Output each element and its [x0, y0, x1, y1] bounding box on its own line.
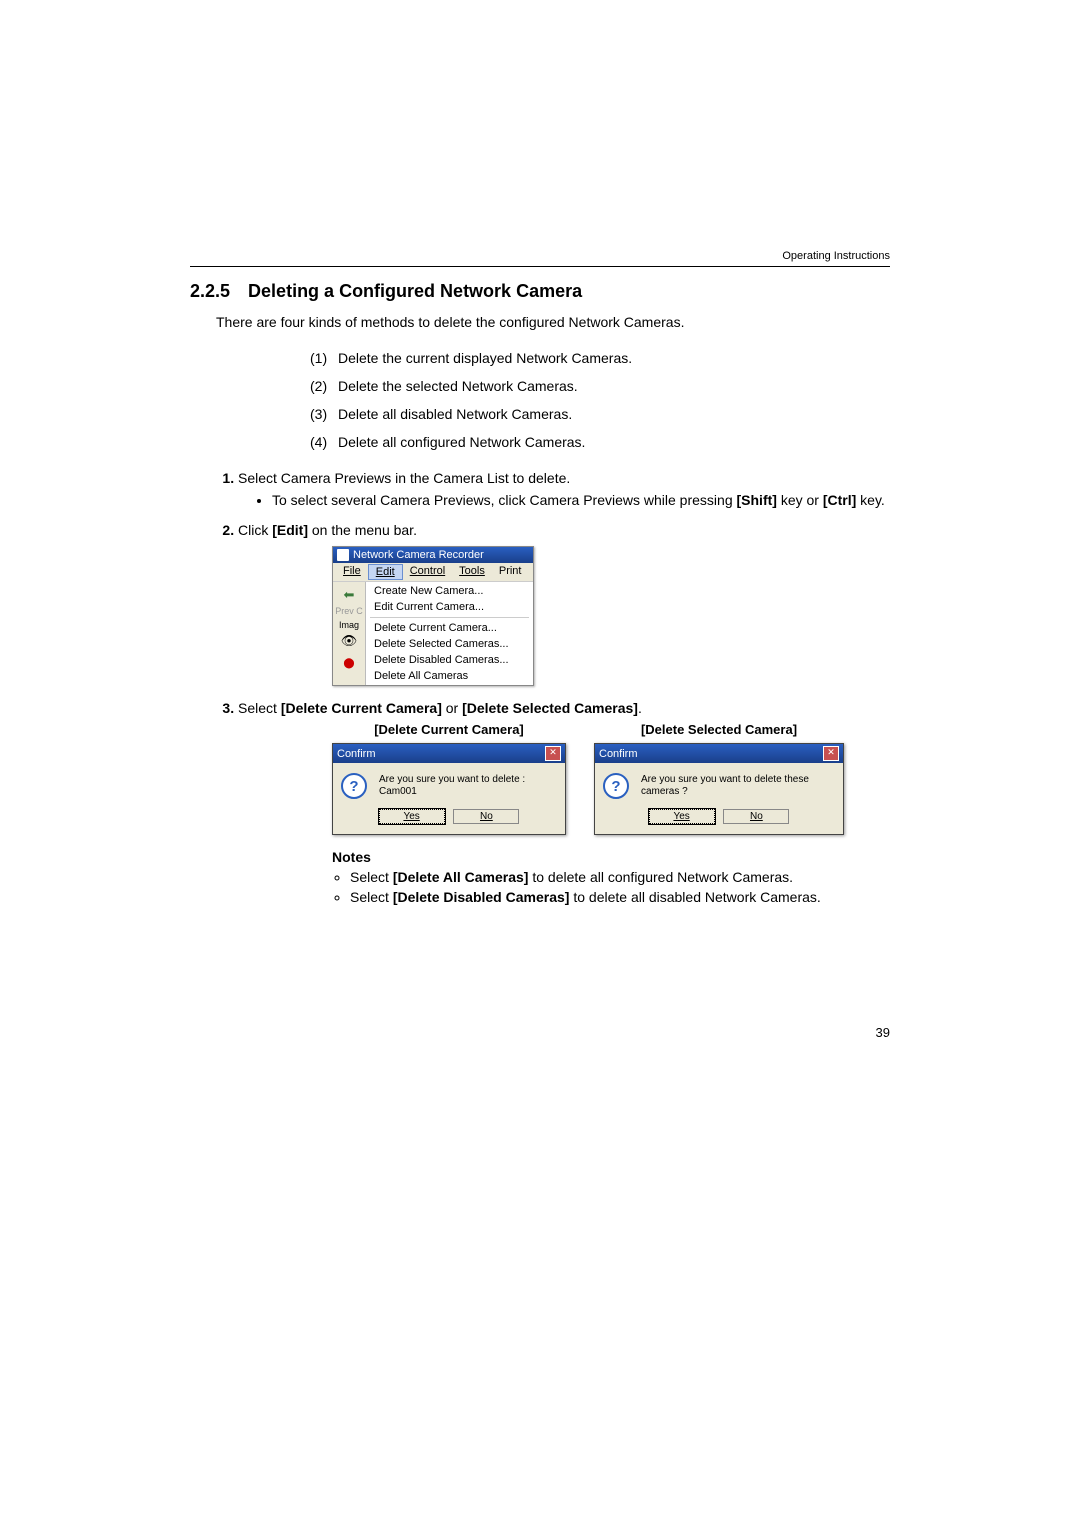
- rec-icon[interactable]: ⬤: [339, 653, 359, 673]
- dialog-right-label: [Delete Selected Camera]: [594, 722, 844, 737]
- question-icon: ?: [603, 773, 629, 799]
- edit-dropdown: Create New Camera... Edit Current Camera…: [366, 582, 533, 685]
- dialog-title: Confirm: [337, 748, 376, 760]
- window-title: Network Camera Recorder: [353, 549, 484, 561]
- method-num: (3): [310, 406, 338, 422]
- menu-control[interactable]: Control: [403, 564, 452, 580]
- no-button[interactable]: No: [453, 809, 519, 824]
- menu-divider: [370, 617, 529, 618]
- notes-list: Select [Delete All Cameras] to delete al…: [332, 869, 890, 905]
- methods-list: (1)Delete the current displayed Network …: [310, 350, 890, 450]
- method-num: (2): [310, 378, 338, 394]
- back-arrow-icon[interactable]: ⬅: [339, 585, 359, 605]
- step-2: Click [Edit] on the menu bar. Network Ca…: [238, 522, 890, 686]
- menu-screenshot: Network Camera Recorder File Edit Contro…: [332, 546, 534, 686]
- toolbar-side: ⬅ Prev C Imag 👁 ⬤: [333, 582, 366, 685]
- yes-button[interactable]: Yes: [649, 809, 715, 824]
- imag-label: Imag: [339, 620, 359, 630]
- menu-item-delete-disabled[interactable]: Delete Disabled Cameras...: [366, 652, 533, 668]
- step-3: Select [Delete Current Camera] or [Delet…: [238, 700, 890, 905]
- menu-item-delete-all[interactable]: Delete All Cameras: [366, 668, 533, 684]
- notes-heading: Notes: [332, 849, 890, 865]
- dialog-title: Confirm: [599, 748, 638, 760]
- intro-text: There are four kinds of methods to delet…: [216, 314, 890, 330]
- header-label: Operating Instructions: [190, 250, 890, 262]
- method-num: (1): [310, 350, 338, 366]
- menu-item-delete-current[interactable]: Delete Current Camera...: [366, 620, 533, 636]
- menu-tools[interactable]: Tools: [452, 564, 492, 580]
- method-text: Delete the current displayed Network Cam…: [338, 350, 632, 366]
- section-title: 2.2.5 Deleting a Configured Network Camer…: [190, 281, 890, 302]
- step-1: Select Camera Previews in the Camera Lis…: [238, 470, 890, 508]
- menu-item-delete-selected[interactable]: Delete Selected Cameras...: [366, 636, 533, 652]
- step1-text: Select Camera Previews in the Camera Lis…: [238, 470, 570, 486]
- section-number: 2.2.5: [190, 281, 230, 302]
- method-text: Delete the selected Network Cameras.: [338, 378, 578, 394]
- yes-button[interactable]: Yes: [379, 809, 445, 824]
- confirm-dialog-current: Confirm ✕ ? Are you sure you want to del…: [332, 743, 566, 835]
- app-icon: [337, 549, 349, 561]
- dialog-message: Are you sure you want to delete : Cam001: [379, 774, 557, 798]
- question-icon: ?: [341, 773, 367, 799]
- page-number: 39: [190, 1025, 890, 1040]
- note-2: Select [Delete Disabled Cameras] to dele…: [350, 889, 890, 905]
- dialog-message: Are you sure you want to delete these ca…: [641, 774, 835, 798]
- eye-icon[interactable]: 👁: [339, 631, 359, 651]
- note-1: Select [Delete All Cameras] to delete al…: [350, 869, 890, 885]
- menu-file[interactable]: File: [336, 564, 368, 580]
- menubar: File Edit Control Tools Print: [333, 563, 533, 582]
- steps-list: Select Camera Previews in the Camera Lis…: [216, 470, 890, 905]
- step1-sub: To select several Camera Previews, click…: [272, 492, 890, 508]
- header-rule: [190, 266, 890, 267]
- method-text: Delete all disabled Network Cameras.: [338, 406, 572, 422]
- close-icon[interactable]: ✕: [823, 746, 839, 761]
- method-num: (4): [310, 434, 338, 450]
- menu-item-edit-current[interactable]: Edit Current Camera...: [366, 599, 533, 615]
- section-heading: Deleting a Configured Network Camera: [248, 281, 582, 301]
- no-button[interactable]: No: [723, 809, 789, 824]
- prev-label: Prev C: [335, 606, 363, 616]
- menu-edit[interactable]: Edit: [368, 564, 403, 580]
- menu-print[interactable]: Print: [492, 564, 529, 580]
- menu-item-create-new[interactable]: Create New Camera...: [366, 583, 533, 599]
- dialog-left-label: [Delete Current Camera]: [332, 722, 566, 737]
- method-text: Delete all configured Network Cameras.: [338, 434, 585, 450]
- confirm-dialog-selected: Confirm ✕ ? Are you sure you want to del…: [594, 743, 844, 835]
- window-titlebar: Network Camera Recorder: [333, 547, 533, 563]
- close-icon[interactable]: ✕: [545, 746, 561, 761]
